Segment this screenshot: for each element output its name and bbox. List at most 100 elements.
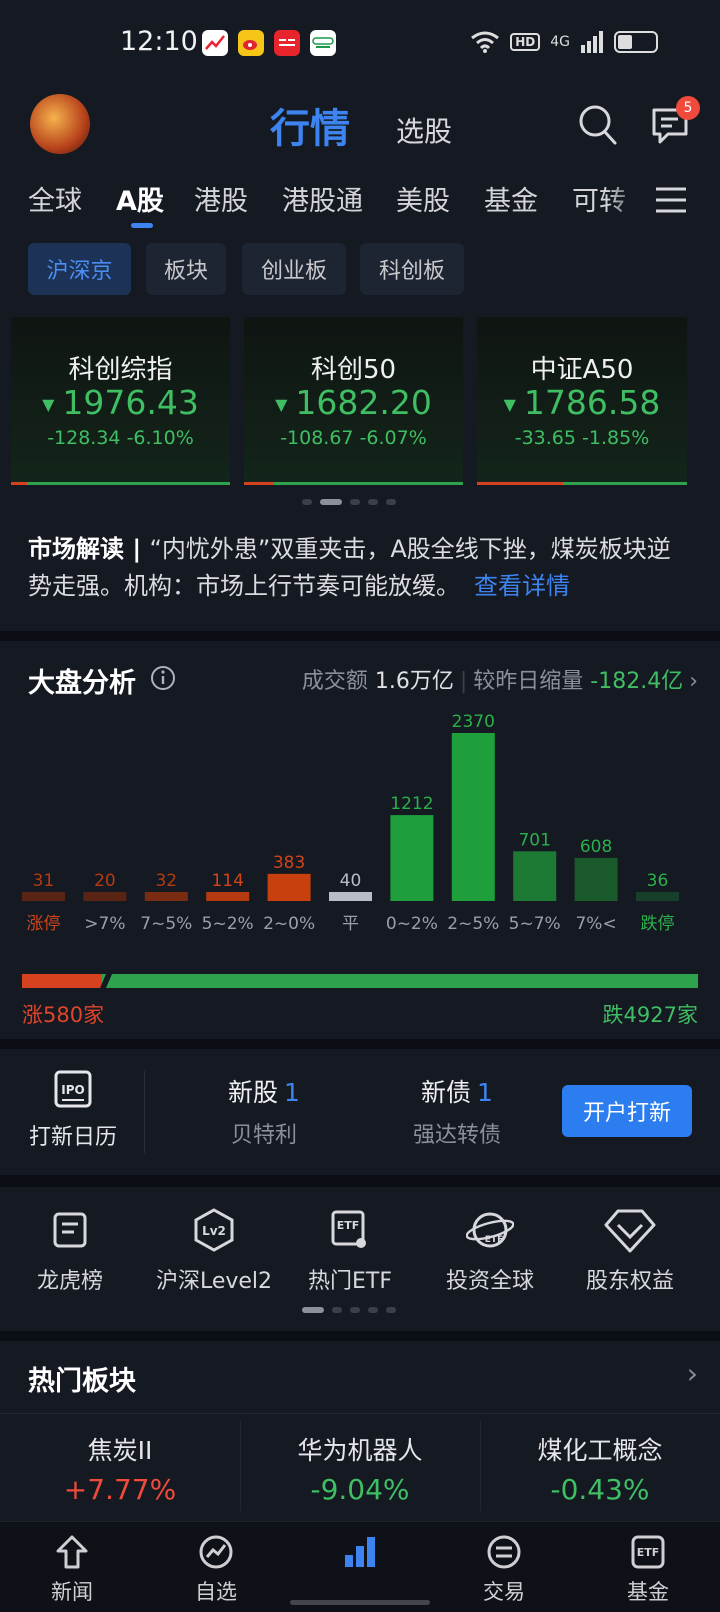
category-label: 2~5% (447, 914, 499, 934)
bar-value-label: 40 (340, 871, 362, 891)
new-bond[interactable]: 新债 1 强达转债 (396, 1073, 518, 1149)
bar-value-label: 383 (273, 853, 305, 873)
index-card[interactable]: 科创综指 ▼ 1976.43 -128.34 -6.10% (11, 317, 230, 485)
document-icon (53, 1212, 87, 1248)
market-insight[interactable]: 市场解读 | “内忧外患”双重夹击，A股全线下挫，煤炭板块逆势走强。机构：市场上… (0, 513, 720, 631)
hot-sector-card[interactable]: 焦炭II +7.77% (0, 1413, 240, 1521)
nav-trade[interactable]: 交易 (444, 1530, 564, 1606)
watchlist-icon (199, 1535, 233, 1569)
down-triangle-icon: ▼ (42, 395, 55, 414)
battery-icon (614, 31, 658, 53)
bar-value-label: 608 (580, 837, 612, 857)
category-label: 跌停 (641, 914, 675, 934)
search-icon[interactable] (578, 104, 618, 146)
weibo-icon (238, 30, 264, 56)
tab-global[interactable]: 全球 (28, 179, 82, 218)
new-stock[interactable]: 新股 1 贝特利 (208, 1073, 320, 1149)
category-label: 0~2% (386, 914, 438, 934)
chevron-right-icon[interactable]: › (687, 1357, 698, 1390)
etf-icon: ETF (331, 1210, 366, 1248)
index-cards: 科创综指 ▼ 1976.43 -128.34 -6.10% 科创50 ▼ 1682.… (0, 303, 720, 513)
hot-sector-card[interactable]: 煤化工概念 -0.43% (480, 1413, 720, 1521)
chevron-right-icon: › (689, 669, 698, 694)
tool-shareholder[interactable]: 股东权益 (560, 1207, 700, 1295)
bar-2 (144, 892, 188, 901)
card-bar (11, 482, 230, 485)
trade-icon (487, 1535, 521, 1569)
page-title[interactable]: 行情 (270, 96, 350, 154)
index-card[interactable]: 科创50 ▼ 1682.20 -108.67 -6.07% (244, 317, 463, 485)
index-price: ▼ 1682.20 (275, 383, 432, 422)
category-label: 5~2% (202, 914, 254, 934)
category-label: >7% (84, 914, 125, 934)
market-tabs: 全球 A股 港股 港股通 美股 基金 可转 (0, 173, 720, 237)
insight-label: 市场解读 (28, 535, 124, 563)
index-change: -33.65 -1.85% (514, 427, 650, 449)
bar-0 (22, 892, 65, 901)
nav-news[interactable]: 新闻 (12, 1530, 132, 1606)
chip-sector[interactable]: 板块 (146, 243, 226, 295)
category-label: 5~7% (509, 914, 561, 934)
ipo-section: IPO 打新日历 新股 1 贝特利 新债 1 强达转债 开户打新 (0, 1049, 720, 1175)
ipo-calendar-label: 打新日历 (28, 1125, 117, 1150)
tab-hk-connect[interactable]: 港股通 (282, 179, 363, 218)
insight-separator: | (124, 535, 150, 563)
stock-picker-tab[interactable]: 选股 (396, 110, 452, 150)
index-change: -128.34 -6.10% (47, 427, 194, 449)
index-change: -108.67 -6.07% (280, 427, 427, 449)
status-time: 12:10 (120, 26, 198, 57)
bar-10 (636, 892, 679, 901)
avatar[interactable] (30, 94, 90, 154)
index-name: 科创50 (310, 355, 397, 385)
open-account-button[interactable]: 开户打新 (562, 1085, 692, 1137)
svg-text:ETF: ETF (337, 1219, 360, 1232)
down-triangle-icon: ▼ (275, 395, 288, 414)
down-triangle-icon: ▼ (503, 395, 516, 414)
tool-level2[interactable]: Lv2 沪深Level2 (144, 1207, 284, 1295)
tool-hot-etf[interactable]: ETF 热门ETF (280, 1207, 420, 1295)
globe-etf-icon: ETF (466, 1212, 514, 1248)
bar-5 (329, 892, 372, 901)
nav-market[interactable]: 行情 (300, 1530, 420, 1606)
hot-sectors-title: 热门板块 (28, 1366, 136, 1397)
tool-dragon-tiger[interactable]: 龙虎榜 (0, 1207, 140, 1295)
index-price: ▼ 1976.43 (42, 383, 199, 422)
category-label: 7%< (575, 914, 616, 934)
chip-chinext[interactable]: 创业板 (242, 243, 346, 295)
network-type: 4G (550, 34, 570, 50)
chip-star[interactable]: 科创板 (360, 243, 464, 295)
index-card[interactable]: 中证A50 ▼ 1786.58 -33.65 -1.85% (477, 317, 687, 485)
category-label: 2~0% (263, 914, 315, 934)
chip-hs-bj[interactable]: 沪深京 (28, 243, 131, 295)
ipo-calendar-icon: IPO (54, 1070, 92, 1108)
nav-watchlist[interactable]: 自选 (156, 1530, 276, 1606)
tab-fade (608, 173, 644, 233)
app-header: 行情 选股 5 (0, 88, 720, 173)
bar-value-label: 701 (518, 830, 550, 850)
market-analysis: 大盘分析 成交额 1.6万亿 | 较昨日缩量 -182.4亿 › 31 涨停 20 >7% 3… (0, 641, 720, 1039)
tab-a-shares[interactable]: A股 (116, 179, 164, 218)
signal-icon (581, 31, 603, 53)
hot-sectors: 热门板块 › 焦炭II +7.77% 华为机器人 -9.04% 煤化工概念 -0… (0, 1341, 720, 1521)
tools-row: 龙虎榜 Lv2 沪深Level2 ETF 热门ETF ETF 投资全球 股东权益 (0, 1187, 720, 1331)
bar-value-label: 31 (33, 871, 55, 891)
tool-global-invest[interactable]: ETF 投资全球 (420, 1207, 560, 1295)
info-icon[interactable] (150, 665, 176, 691)
tab-us[interactable]: 美股 (396, 179, 450, 218)
bar-3 (206, 892, 250, 901)
tab-hk[interactable]: 港股 (194, 179, 248, 218)
bar-1 (83, 892, 127, 901)
ipo-calendar[interactable]: IPO 打新日历 (26, 1069, 120, 1151)
message-badge: 5 (676, 96, 700, 120)
tab-fund[interactable]: 基金 (484, 179, 538, 218)
svg-text:IPO: IPO (61, 1083, 84, 1097)
divider (144, 1071, 145, 1153)
insight-detail-link[interactable]: 查看详情 (474, 572, 570, 600)
hot-sector-card[interactable]: 华为机器人 -9.04% (240, 1413, 480, 1521)
nav-fund[interactable]: ETF 基金 (588, 1530, 708, 1606)
sub-tabs: 沪深京 板块 创业板 科创板 (0, 237, 720, 303)
turnover-summary[interactable]: 成交额 1.6万亿 | 较昨日缩量 -182.4亿 › (302, 663, 698, 695)
bar-6 (390, 815, 434, 901)
notification-icons (202, 30, 336, 56)
menu-icon[interactable] (654, 185, 688, 215)
